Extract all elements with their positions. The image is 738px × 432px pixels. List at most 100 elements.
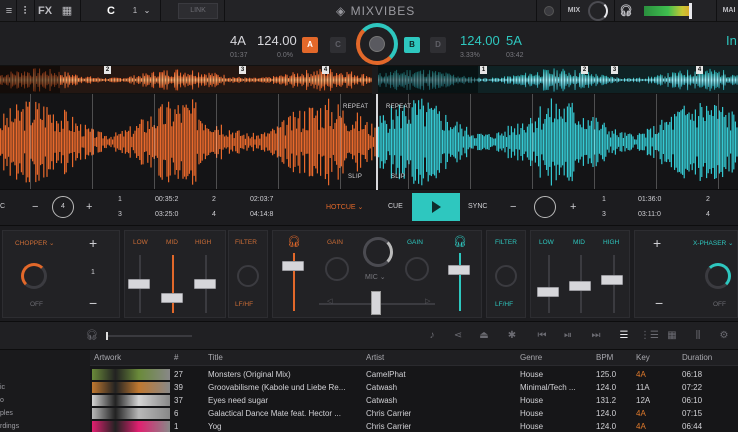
headphones-icon[interactable]: 🎧︎: [618, 2, 634, 20]
overview-cue-2[interactable]: 2: [104, 66, 111, 74]
sidebar-item-2[interactable]: o: [0, 397, 4, 404]
rcue-4-num[interactable]: 4: [706, 211, 710, 218]
cue-4-num[interactable]: 4: [212, 211, 216, 218]
beat-plus-button[interactable]: +: [86, 201, 92, 213]
rcue-1-num[interactable]: 1: [602, 196, 606, 203]
right-low-fader[interactable]: [537, 287, 559, 297]
right-gain-knob[interactable]: [405, 257, 429, 281]
settings-icon[interactable]: ⚙: [716, 328, 732, 344]
cue-2-time[interactable]: 02:03:7: [250, 196, 273, 203]
left-channel-fader[interactable]: [282, 261, 304, 271]
deck-c-button[interactable]: C: [330, 37, 346, 53]
table-row[interactable]: 1 Yog Chris Carrier House 124.0 4A 06:44: [90, 420, 738, 432]
right-fx-knob[interactable]: [705, 263, 731, 289]
rcue-2-num[interactable]: 2: [706, 196, 710, 203]
right-fx-select[interactable]: X-PHASER ⌄: [693, 239, 734, 247]
mix-knob[interactable]: [588, 1, 608, 21]
table-row[interactable]: 39 Groovabilisme (Kabole und Liebe Re... C…: [90, 381, 738, 394]
table-row[interactable]: 27 Monsters (Original Mix) CamelPhat House 1…: [90, 368, 738, 381]
left-fx-select[interactable]: CHOPPER ⌄: [15, 239, 54, 247]
fx-button[interactable]: FX: [36, 2, 54, 20]
right-beat-minus[interactable]: −: [510, 201, 516, 213]
cue-2-num[interactable]: 2: [212, 196, 216, 203]
left-low-fader[interactable]: [128, 279, 150, 289]
overview-cue-r2[interactable]: 2: [581, 66, 588, 74]
right-filter-knob[interactable]: [495, 265, 517, 287]
left-mid-fader[interactable]: [161, 293, 183, 303]
overview-cue-3[interactable]: 3: [239, 66, 246, 74]
beatjump-knob[interactable]: 4: [52, 196, 74, 218]
left-high-fader[interactable]: [194, 279, 216, 289]
chevron-down-icon[interactable]: ⌄: [142, 2, 152, 20]
rcue-1-time[interactable]: 01:36:0: [638, 196, 661, 203]
beat-minus-button[interactable]: −: [32, 201, 38, 213]
record-button[interactable]: [544, 6, 554, 16]
cue-4-time[interactable]: 04:14:8: [250, 211, 273, 218]
overview-cue-r1[interactable]: 1: [480, 66, 487, 74]
right-main-waveform[interactable]: REPEAT SLIP: [378, 94, 738, 190]
deck-d-button[interactable]: D: [430, 37, 446, 53]
right-overview-waveform[interactable]: 1 2 3 4: [378, 66, 738, 94]
left-fx-plus[interactable]: +: [89, 235, 97, 251]
col-bpm[interactable]: BPM: [596, 350, 613, 366]
right-high-fader[interactable]: [601, 275, 623, 285]
left-overview-waveform[interactable]: 2 3 4: [0, 66, 372, 94]
col-genre[interactable]: Genre: [520, 350, 542, 366]
rcue-3-time[interactable]: 03:11:0: [638, 211, 661, 218]
grid-view-icon[interactable]: ▦: [664, 328, 680, 344]
left-gain-knob[interactable]: [325, 257, 349, 281]
left-main-waveform[interactable]: REPEAT SLIP: [0, 94, 376, 190]
mixer-settings-icon[interactable]: ⫶: [18, 2, 32, 20]
col-title[interactable]: Title: [208, 350, 223, 366]
right-fx-plus[interactable]: +: [653, 235, 661, 251]
col-number[interactable]: #: [174, 350, 178, 366]
link-button[interactable]: LINK: [178, 3, 218, 19]
automix-icon[interactable]: ✱: [504, 328, 520, 344]
menu-icon[interactable]: ≡: [2, 2, 16, 20]
load-center-icon[interactable]: ⏯: [560, 328, 576, 344]
right-channel-fader[interactable]: [448, 265, 470, 275]
cue-1-time[interactable]: 00:35:2: [155, 196, 178, 203]
rcue-3-num[interactable]: 3: [602, 211, 606, 218]
col-artwork[interactable]: Artwork: [94, 350, 121, 366]
left-cue-edge[interactable]: C: [0, 203, 5, 210]
left-headphone-cue-icon[interactable]: 🎧︎: [287, 235, 301, 248]
left-filter-knob[interactable]: [237, 265, 259, 287]
hotcue-dropdown[interactable]: HOTCUE ⌄: [326, 203, 363, 211]
cue-3-time[interactable]: 03:25:0: [155, 211, 178, 218]
preview-headphones-icon[interactable]: 🎧︎: [84, 328, 100, 344]
deck-layout-icon[interactable]: C: [104, 2, 118, 20]
overview-cue-r4[interactable]: 4: [696, 66, 703, 74]
left-fx-knob[interactable]: [21, 263, 47, 289]
col-key[interactable]: Key: [636, 350, 650, 366]
load-right-icon[interactable]: ⏭: [588, 328, 604, 344]
right-beat-plus[interactable]: +: [570, 201, 576, 213]
cue-3-num[interactable]: 3: [118, 211, 122, 218]
load-left-icon[interactable]: ⏮: [534, 328, 550, 344]
grid-view-icon[interactable]: ▦: [58, 2, 76, 20]
table-row[interactable]: 6 Galactical Dance Mate feat. Hector ... C…: [90, 407, 738, 420]
sidebar-item-1[interactable]: ic: [0, 384, 5, 391]
deck-number[interactable]: 1: [130, 2, 140, 20]
preview-seek-bar[interactable]: [106, 335, 192, 337]
crossfader-right-icon[interactable]: ▷: [425, 297, 430, 305]
detail-view-icon[interactable]: ⋮☰: [640, 328, 659, 344]
list-view-icon[interactable]: ☰: [616, 328, 632, 344]
table-row[interactable]: 37 Eyes need sugar Catwash House 131.2 12A 06:…: [90, 394, 738, 407]
cue-button[interactable]: CUE: [388, 203, 403, 210]
right-fx-minus[interactable]: −: [655, 295, 663, 311]
right-beatjump-knob[interactable]: [534, 196, 556, 218]
right-headphone-cue-icon[interactable]: 🎧︎: [453, 235, 467, 248]
mic-select[interactable]: MIC ⌄: [365, 273, 386, 281]
crossfader-left-icon[interactable]: ◁: [327, 297, 332, 305]
crossfader[interactable]: [371, 291, 381, 315]
master-volume-handle[interactable]: [689, 3, 692, 19]
right-mid-fader[interactable]: [569, 281, 591, 291]
master-sync-button[interactable]: [369, 36, 385, 52]
mic-icon[interactable]: ♪: [424, 328, 440, 344]
col-artist[interactable]: Artist: [366, 350, 384, 366]
cue-1-num[interactable]: 1: [118, 196, 122, 203]
sidebar-item-4[interactable]: rdings: [0, 423, 19, 430]
column-view-icon[interactable]: ⫼: [690, 328, 706, 344]
preview-seek-handle[interactable]: [106, 332, 108, 340]
